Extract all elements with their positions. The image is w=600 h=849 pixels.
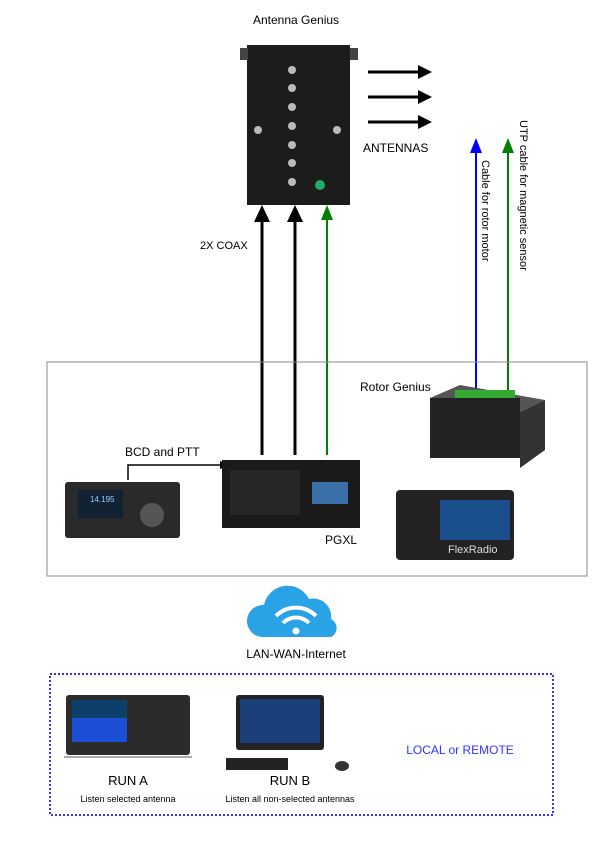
run-a-radio <box>64 695 192 758</box>
utp-cable-label: UTP cable for magnetic sensor <box>517 120 529 271</box>
antennas-label: ANTENNAS <box>363 141 428 155</box>
coax-label: 2X COAX <box>200 240 248 252</box>
pgxl-device <box>222 460 360 528</box>
run-b-label: RUN B <box>270 773 310 788</box>
rotor-genius-device <box>430 385 545 468</box>
pgxl-label: PGXL <box>325 533 357 547</box>
rotor-genius-label: Rotor Genius <box>360 380 431 394</box>
diagram: Antenna Genius ANTENNAS 2X COAX Cable fo… <box>0 0 600 849</box>
run-b-desc: Listen all non-selected antennas <box>225 794 355 804</box>
cloud-wifi-icon <box>246 585 337 637</box>
antenna-genius-device <box>240 45 358 205</box>
flexradio-device: FlexRadio <box>396 490 514 560</box>
run-a-desc: Listen selected antenna <box>80 794 175 804</box>
antenna-genius-title: Antenna Genius <box>253 13 339 27</box>
coax-arrows <box>254 205 303 455</box>
flexradio-label: FlexRadio <box>448 544 498 556</box>
utp-arrow-pgxl <box>321 205 333 455</box>
antenna-arrows <box>368 70 420 124</box>
utp-cable-arrow <box>502 138 514 398</box>
run-a-label: RUN A <box>108 773 148 788</box>
transceiver-device: 14.195 <box>65 482 180 538</box>
svg-text:14.195: 14.195 <box>90 495 115 504</box>
rotor-cable-label: Cable for rotor motor <box>479 160 491 262</box>
local-remote-label: LOCAL or REMOTE <box>406 743 514 757</box>
network-label: LAN-WAN-Internet <box>246 647 346 661</box>
bcd-ptt-label: BCD and PTT <box>125 445 200 459</box>
run-b-computer <box>226 695 349 771</box>
bcd-ptt-line <box>127 464 222 480</box>
